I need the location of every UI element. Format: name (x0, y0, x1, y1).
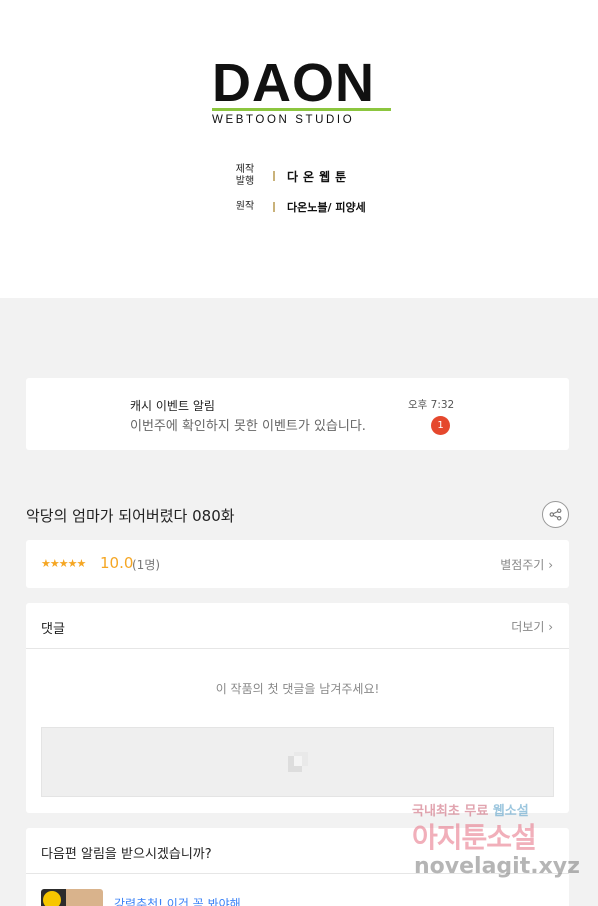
logo-sub-text: WEBTOON STUDIO (212, 114, 355, 126)
comments-title: 댓글 (41, 622, 65, 637)
cash-event-notification[interactable]: 캐시 이벤트 알림 이번주에 확인하지 못한 이벤트가 있습니다. 오후 7:3… (26, 378, 569, 450)
image-placeholder-icon (288, 752, 308, 772)
logo-main-text: DAON (212, 53, 375, 113)
clock-icon (43, 891, 61, 906)
credit-divider (273, 171, 275, 181)
more-label: 더보기 (511, 620, 545, 634)
site-watermark: 국내최초 무료 웹소설 아지툰소설 novelagit.xyz (412, 800, 582, 890)
credit-label: 원작 (230, 201, 260, 213)
rate-button[interactable]: 별점주기 › (500, 556, 553, 573)
comments-card: 댓글 더보기 › 이 작품의 첫 댓글을 남겨주세요! (26, 603, 569, 813)
star-rating-icons: ★★★★★ (41, 557, 86, 570)
episode-title: 악당의 엄마가 되어버렸다 080화 (26, 507, 235, 525)
credits-section: DAON WEBTOON STUDIO 제작 발행 다온웹툰 원작 다온노블/ … (0, 0, 598, 298)
credit-label-line1: 제작 (235, 164, 255, 175)
promo-thumbnail[interactable] (41, 889, 103, 906)
notification-time: 오후 7:32 (408, 399, 455, 411)
credit-label: 제작 발행 (230, 164, 260, 188)
notification-badge: 1 (431, 416, 450, 435)
credit-value: 다온노블/ 피양세 (287, 201, 366, 214)
rating-score: 10.0 (100, 554, 134, 572)
promo-link[interactable]: 강력추천! 이건 꼭 봐야해 (114, 895, 241, 906)
rating-count: (1명) (132, 558, 161, 572)
watermark-line2: 아지툰소설 (412, 821, 537, 854)
credit-value: 다온웹툰 (287, 169, 352, 184)
next-episode-title: 다음편 알림을 받으시겠습니까? (41, 847, 212, 862)
rate-button-label: 별점주기 (500, 558, 545, 572)
share-button[interactable] (542, 501, 569, 528)
credit-label-line1: 원작 (235, 201, 255, 212)
daon-logo: DAON WEBTOON STUDIO (212, 53, 396, 126)
rating-card: ★★★★★ 10.0 (1명) 별점주기 › (26, 540, 569, 588)
credit-label-line2: 발행 (235, 176, 255, 187)
credit-divider (273, 202, 275, 212)
credit-row-publisher: 제작 발행 다온웹툰 (230, 164, 351, 188)
notification-title: 캐시 이벤트 알림 (130, 399, 215, 413)
watermark-line3: novelagit.xyz (414, 854, 580, 879)
comments-empty-message: 이 작품의 첫 댓글을 남겨주세요! (215, 682, 380, 696)
comments-more-button[interactable]: 더보기 › (511, 618, 553, 635)
comments-header: 댓글 더보기 › (26, 603, 569, 649)
notification-message: 이번주에 확인하지 못한 이벤트가 있습니다. (130, 419, 366, 434)
comment-input-area[interactable] (41, 727, 554, 797)
share-icon (549, 508, 562, 521)
chevron-right-icon: › (548, 558, 553, 572)
chevron-right-icon: › (548, 620, 553, 634)
credit-row-original: 원작 다온노블/ 피양세 (230, 199, 366, 215)
